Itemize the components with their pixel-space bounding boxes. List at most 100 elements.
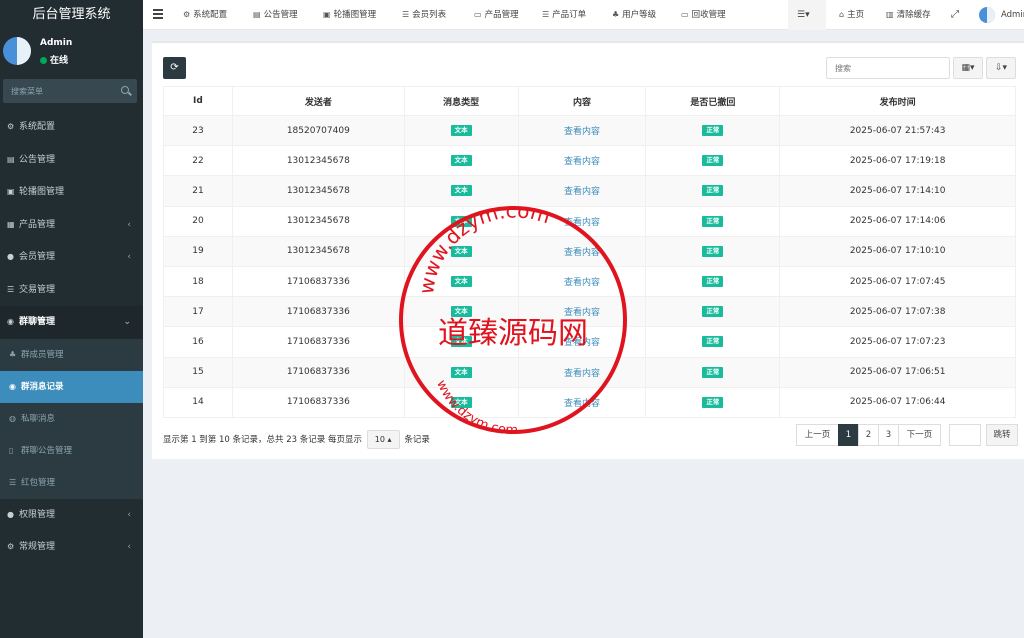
sidebar-subitem-3[interactable]: ▯ 群聊公告管理 [0,435,143,467]
cell-content: 查看内容 [517,356,647,388]
export-button[interactable]: ⇩▾ [986,57,1016,79]
table-row[interactable]: 19 13012345678 文本 查看内容 正常 2025-06-07 17:10:10 [163,235,1016,267]
type-badge: 文本 [450,336,472,348]
top-navbar: ⚙ 系统配置 ▤ 公告管理 ▣ 轮播图管理 ☰ 会员列表 ▭ 产品管理 ☰ 产品订单 ♣ 用户等级 ▭ 回收管… [143,0,1024,30]
sidebar-item-0[interactable]: ⚙ 系统配置 [0,111,143,144]
next-page-button[interactable]: 下一页 [898,424,941,446]
page-3-button[interactable]: 3 [878,424,899,446]
topnav-item-1[interactable]: ▤ 公告管理 [253,0,298,30]
table-row[interactable]: 16 17106837336 文本 查看内容 正常 2025-06-07 17:07:23 [163,326,1016,358]
sidebar-bottom-item-1[interactable]: ⚙ 常规管理 ‹ [0,531,143,564]
page-2-button[interactable]: 2 [858,424,879,446]
status-badge: 正常 [702,396,724,408]
view-content-link[interactable]: 查看内容 [564,127,600,137]
sidebar-item-3[interactable]: ▦ 产品管理 ‹ [0,209,143,242]
topnav-item-2[interactable]: ▣ 轮播图管理 [323,0,376,30]
sidebar-subitem-1[interactable]: ◉ 群消息记录 [0,370,143,403]
sidebar-item-label: 常规管理 [19,542,56,552]
column-header[interactable]: 是否已撤回 [645,86,781,116]
cell-sender: 13012345678 [231,175,405,207]
view-content-link[interactable]: 查看内容 [564,308,600,318]
cell-type: 文本 [403,386,519,418]
topnav-item-5[interactable]: ☰ 产品订单 [542,0,586,30]
column-header[interactable]: 消息类型 [403,86,519,116]
prev-page-button[interactable]: 上一页 [796,424,839,446]
view-content-link[interactable]: 查看内容 [564,369,600,379]
table-row[interactable]: 21 13012345678 文本 查看内容 正常 2025-06-07 17:14:10 [163,175,1016,207]
topnav-item-7[interactable]: ▭ 回收管理 [681,0,726,30]
table-row[interactable]: 23 18520707409 文本 查看内容 正常 2025-06-07 21:57:43 [163,114,1016,147]
export-icon: ⇩▾ [994,63,1008,73]
header-avatar[interactable] [979,7,995,23]
sidebar-item-1[interactable]: ▤ 公告管理 [0,144,143,177]
sidebar-item-label: 产品管理 [19,219,56,230]
cell-time: 2025-06-07 17:10:10 [779,235,1016,267]
cell-id: 18 [163,265,233,298]
chevron-left-icon: ‹ [127,219,131,230]
topnav-item-6[interactable]: ♣ 用户等级 [612,0,656,30]
cell-type: 文本 [403,205,519,237]
view-content-link[interactable]: 查看内容 [564,218,600,228]
table-row[interactable]: 15 17106837336 文本 查看内容 正常 2025-06-07 17:06:51 [163,356,1016,388]
page-size-select[interactable]: 10 ▴ [366,430,400,449]
sidebar-item-label: 权限管理 [19,509,56,520]
table-search-input[interactable] [826,57,950,79]
cell-sender: 17106837336 [231,296,405,328]
page-1-button[interactable]: 1 [838,424,859,446]
cell-content: 查看内容 [517,265,647,298]
column-header[interactable]: 内容 [517,86,647,116]
view-content-link[interactable]: 查看内容 [564,278,600,288]
card-icon: ▭ [681,10,689,19]
topnav-item-4[interactable]: ▭ 产品管理 [474,0,519,30]
fullscreen-icon[interactable]: ⤢ [951,0,959,30]
status-badge: 正常 [702,245,724,257]
gear-icon: ⚙ [183,10,191,19]
cell-sender: 17106837336 [231,356,405,388]
header-user-name[interactable]: Admin [1001,0,1024,30]
sidebar-subitem-0[interactable]: ♣ 群成员管理 [0,339,143,371]
sidebar-search-input[interactable] [3,79,113,103]
table-row[interactable]: 22 13012345678 文本 查看内容 正常 2025-06-07 17:19:18 [163,145,1016,177]
status-badge: 正常 [702,125,724,137]
view-content-link[interactable]: 查看内容 [564,187,600,197]
column-header[interactable]: 发送者 [231,86,405,116]
cell-time: 2025-06-07 17:07:38 [779,296,1016,328]
menu-dropdown-button[interactable]: ☰▾ [788,0,826,30]
jump-page-input[interactable] [949,424,981,446]
sidebar-toggle-icon[interactable] [153,9,163,21]
sidebar-item-4[interactable]: ● 会员管理 ‹ [0,241,143,274]
table-row[interactable]: 14 17106837336 文本 查看内容 正常 2025-06-07 17:06:44 [163,386,1016,418]
search-icon[interactable] [121,86,129,94]
cell-revoked: 正常 [645,326,781,358]
column-header[interactable]: Id [163,86,233,116]
sidebar-item-2[interactable]: ▣ 轮播图管理 [0,176,143,209]
sidebar-item-6[interactable]: ◉ 群聊管理 ⌄ [0,306,143,339]
cell-content: 查看内容 [517,205,647,237]
cell-time: 2025-06-07 17:14:06 [779,205,1016,237]
view-content-link[interactable]: 查看内容 [564,338,600,348]
sitemap-icon: ♣ [9,349,17,359]
user-name: Admin [40,38,73,48]
topnav-item-label: 会员列表 [412,10,447,20]
view-content-link[interactable]: 查看内容 [564,248,600,258]
columns-toggle-button[interactable]: ▦▾ [953,57,983,79]
cell-content: 查看内容 [517,326,647,358]
topnav-item-0[interactable]: ⚙ 系统配置 [183,0,227,30]
home-link[interactable]: ⌂ 主页 [839,0,864,30]
sidebar-subitem-2[interactable]: ◍ 私聊消息 [0,403,143,435]
sidebar-bottom-item-0[interactable]: ● 权限管理 ‹ [0,499,143,532]
table-row[interactable]: 17 17106837336 文本 查看内容 正常 2025-06-07 17:07:38 [163,296,1016,328]
table-row[interactable]: 18 17106837336 文本 查看内容 正常 2025-06-07 17:07:45 [163,265,1016,298]
column-header[interactable]: 发布时间 [779,86,1016,116]
refresh-button[interactable]: ⟳ [163,57,186,79]
view-content-link[interactable]: 查看内容 [564,399,600,409]
sidebar-item-5[interactable]: ☰ 交易管理 [0,274,143,307]
cell-revoked: 正常 [645,356,781,388]
table-row[interactable]: 20 13012345678 文本 查看内容 正常 2025-06-07 17:14:06 [163,205,1016,237]
clear-cache-link[interactable]: ▥ 清除缓存 [886,0,931,30]
view-content-link[interactable]: 查看内容 [564,157,600,167]
app-title[interactable]: 后台管理系统 [0,0,143,30]
topnav-item-3[interactable]: ☰ 会员列表 [402,0,446,30]
jump-button[interactable]: 跳转 [986,424,1018,446]
sidebar-subitem-4[interactable]: ☰ 红包管理 [0,467,143,499]
